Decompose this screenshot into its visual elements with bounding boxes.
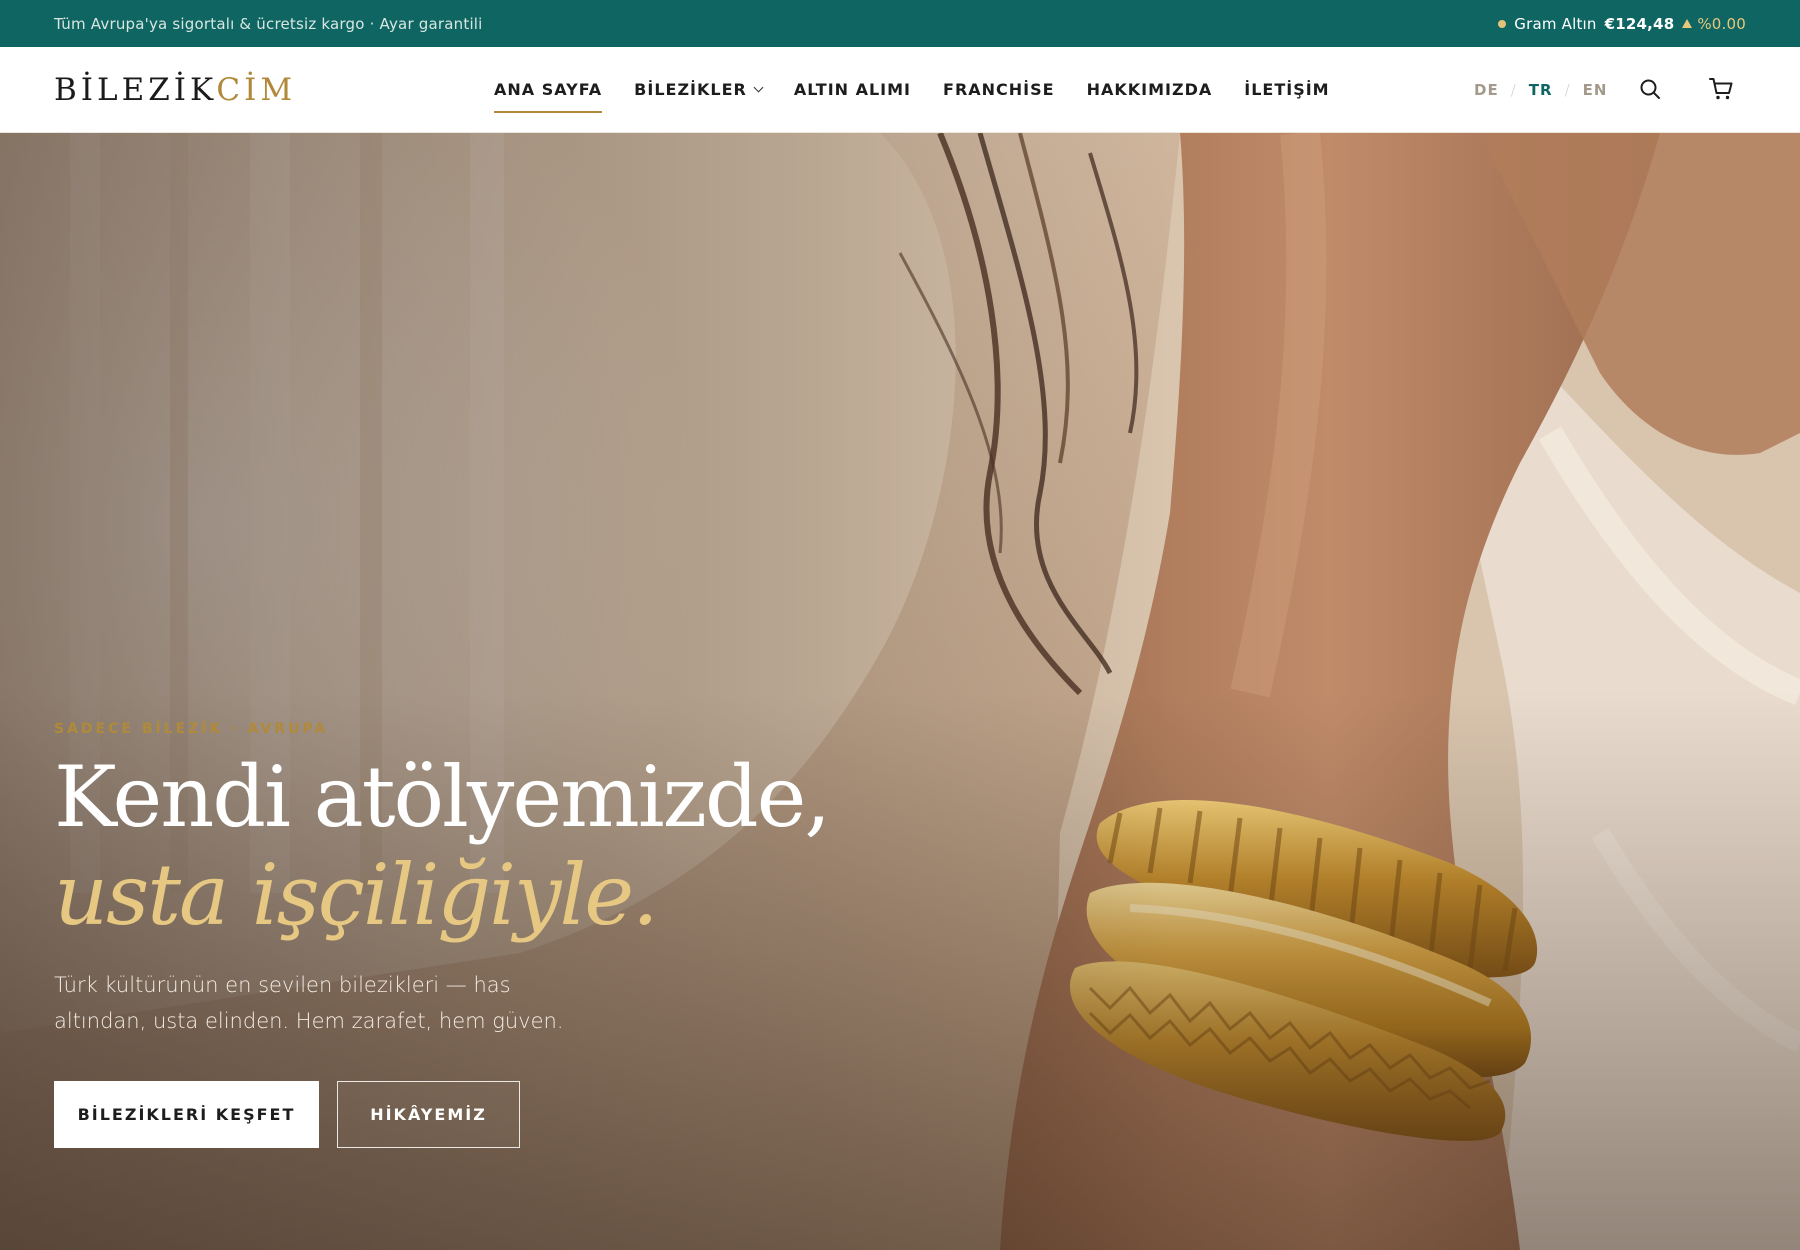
lang-separator: / [1564,81,1571,99]
up-triangle-icon [1682,19,1693,28]
hero-headline-accent: usta işçiliğiyle. [54,846,659,944]
hero-subtext: Türk kültürünün en sevilen bilezikleri —… [54,973,564,1033]
ticker-price: €124,48 [1604,14,1675,33]
logo-part-1: BİLEZİK [54,71,217,108]
ticker-label: Gram Altın [1514,14,1597,33]
hero-headline: Kendi atölyemizde, [54,748,831,846]
lang-tr[interactable]: TR [1529,81,1553,99]
cart-icon [1709,78,1733,100]
explore-bracelets-button[interactable]: BİLEZİKLERİ KEŞFET [54,1081,319,1148]
nav-bracelets[interactable]: BİLEZİKLER [634,72,764,107]
language-switcher: DE / TR / EN [1474,47,1607,133]
lang-en[interactable]: EN [1583,81,1608,99]
ticker-change: %0.00 [1682,15,1746,33]
hero-eyebrow: SADECE BİLEZİK · AVRUPA [54,721,329,737]
our-story-button[interactable]: HİKÂYEMİZ [337,1081,520,1148]
cart-button[interactable] [1706,74,1736,104]
logo[interactable]: BİLEZİKCİM [54,72,474,108]
hero-section: SADECE BİLEZİK · AVRUPA Kendi atölyemizd… [0,133,1800,1250]
nav-home[interactable]: ANA SAYFA [494,72,603,113]
ticker-change-value: %0.00 [1697,14,1746,33]
nav-bracelets-label: BİLEZİKLER [634,80,747,99]
live-dot-icon [1498,19,1507,28]
nav-about[interactable]: HAKKIMIZDA [1087,72,1213,107]
chevron-down-icon [753,82,764,93]
search-button[interactable] [1635,74,1665,104]
gold-price-ticker: Gram Altın €124,48 %0.00 [1498,15,1746,33]
announcement-text: Tüm Avrupa'ya sigortalı & ücretsiz kargo… [54,14,483,33]
nav-franchise[interactable]: FRANCHİSE [943,72,1055,107]
search-icon [1640,79,1660,99]
hero-content: SADECE BİLEZİK · AVRUPA Kendi atölyemizd… [54,721,874,1148]
site-header: BİLEZİKCİM ANA SAYFA BİLEZİKLER ALTIN AL… [0,47,1800,133]
logo-part-2: CİM [216,71,297,108]
lang-separator: / [1510,81,1517,99]
nav-contact[interactable]: İLETİŞİM [1244,72,1329,107]
announcement-bar: Tüm Avrupa'ya sigortalı & ücretsiz kargo… [0,0,1800,47]
lang-de[interactable]: DE [1474,81,1499,99]
main-nav: ANA SAYFA BİLEZİKLER ALTIN ALIMI FRANCHİ… [494,72,1330,113]
nav-gold-buy[interactable]: ALTIN ALIMI [794,72,911,107]
hero-cta-row: BİLEZİKLERİ KEŞFET HİKÂYEMİZ [54,1081,874,1148]
